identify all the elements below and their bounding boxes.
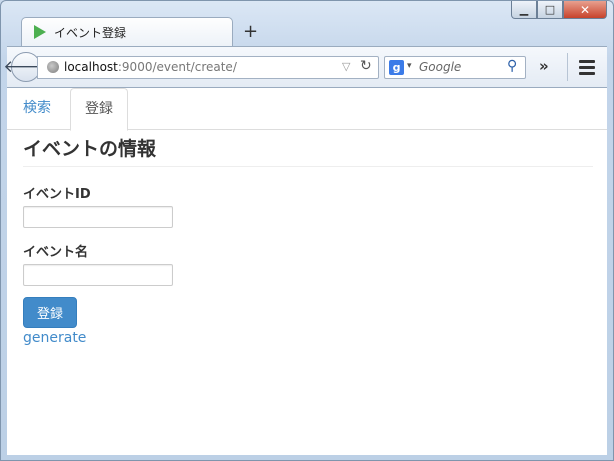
- navigation-toolbar: 🡐 localhost:9000/event/create/ ▽ ↻ g ▾ G…: [3, 46, 607, 87]
- reload-icon[interactable]: ↻: [360, 58, 372, 74]
- event-id-label: イベントID: [23, 187, 91, 202]
- search-icon[interactable]: ⚲: [507, 58, 517, 74]
- register-button[interactable]: 登録: [23, 297, 77, 328]
- event-id-input[interactable]: [23, 206, 173, 228]
- search-engine-dropdown-icon[interactable]: ▾: [407, 61, 412, 71]
- tab-search[interactable]: 検索: [9, 88, 65, 130]
- search-box[interactable]: g ▾ Google ⚲: [384, 56, 526, 79]
- url-host: localhost: [64, 60, 118, 74]
- minimize-button[interactable]: ▁: [511, 1, 537, 19]
- close-button[interactable]: ✕: [563, 1, 607, 19]
- globe-icon: [47, 61, 59, 73]
- search-placeholder: Google: [419, 60, 462, 74]
- tab-register[interactable]: 登録: [70, 88, 128, 131]
- window-controls: ▁ □ ✕: [511, 1, 607, 21]
- maximize-icon: □: [544, 3, 556, 16]
- toolbar-separator: [567, 53, 568, 81]
- event-name-input[interactable]: [23, 264, 173, 286]
- tab-title: イベント登録: [54, 26, 127, 40]
- hamburger-menu-icon[interactable]: [579, 60, 595, 78]
- url-text: localhost:9000/event/create/: [64, 60, 237, 74]
- new-tab-button[interactable]: +: [243, 21, 258, 42]
- dropdown-arrow-icon[interactable]: ▽: [342, 60, 350, 73]
- google-icon[interactable]: g: [389, 60, 404, 75]
- generate-link[interactable]: generate: [23, 330, 86, 346]
- browser-tab[interactable]: イベント登録: [21, 17, 233, 46]
- url-bar[interactable]: localhost:9000/event/create/ ▽ ↻: [37, 56, 379, 79]
- page-heading: イベントの情報: [23, 134, 593, 167]
- minimize-icon: ▁: [519, 3, 529, 16]
- browser-window: ▁ □ ✕ イベント登録 + 🡐 localhost:9000/event/cr…: [0, 0, 614, 461]
- maximize-button[interactable]: □: [537, 1, 563, 19]
- event-name-label: イベント名: [23, 245, 89, 260]
- url-path: :9000/event/create/: [117, 60, 237, 74]
- page-nav-tabs: 検索 登録: [7, 88, 607, 131]
- page-content: 検索 登録 イベントの情報 イベントID イベント名 登録 generate: [7, 87, 607, 455]
- overflow-chevron-button[interactable]: »: [539, 57, 549, 75]
- play-icon: [34, 25, 46, 39]
- close-icon: ✕: [579, 2, 591, 17]
